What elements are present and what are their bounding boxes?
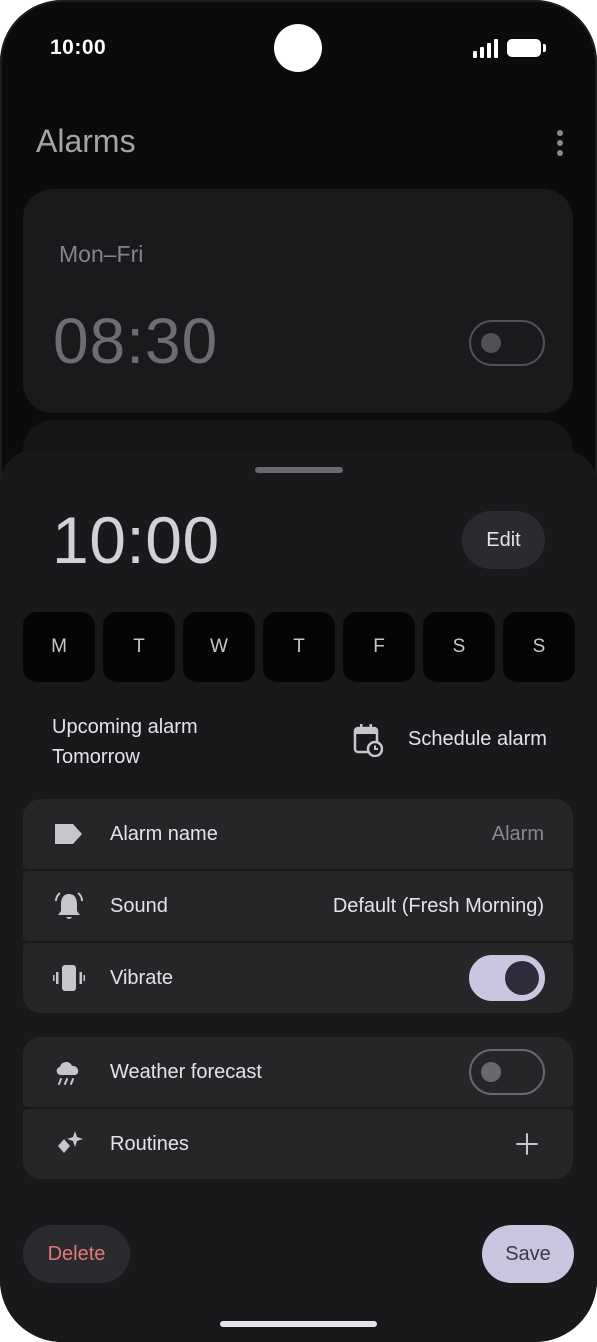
gesture-nav-bar[interactable] xyxy=(220,1321,377,1327)
delete-button[interactable]: Delete xyxy=(23,1225,130,1283)
alarm-name-label: Alarm name xyxy=(110,823,218,845)
camera-cutout xyxy=(274,24,322,72)
page-title: Alarms xyxy=(36,123,136,159)
day-toggle-friday[interactable]: F xyxy=(343,612,415,682)
day-toggle-tuesday[interactable]: T xyxy=(103,612,175,682)
vibrate-label: Vibrate xyxy=(110,967,174,989)
upcoming-alarm-label: Upcoming alarm xyxy=(52,716,198,738)
alarm-card-toggle[interactable] xyxy=(469,320,545,366)
day-toggle-sunday[interactable]: S xyxy=(503,612,575,682)
day-toggle-wednesday[interactable]: W xyxy=(183,612,255,682)
sound-label: Sound xyxy=(110,895,168,917)
sound-row[interactable]: Sound Default (Fresh Morning) xyxy=(23,871,573,941)
label-icon xyxy=(55,824,82,844)
alarm-card-days: Mon–Fri xyxy=(59,241,144,267)
save-button[interactable]: Save xyxy=(482,1225,574,1283)
weather-forecast-row[interactable]: Weather forecast xyxy=(23,1037,573,1107)
alarm-edit-sheet: 10:00 Edit M T W T F S S Upcoming alarm … xyxy=(0,450,597,1342)
drag-handle[interactable] xyxy=(255,467,343,473)
alarm-card-time: 08:30 xyxy=(53,305,219,377)
phone-screen: 10:00 Alarms Mon–Fri 08:30 10:00 Edit M … xyxy=(0,0,597,1342)
edit-button[interactable]: Edit xyxy=(462,511,545,569)
alarm-name-row[interactable]: Alarm name Alarm xyxy=(23,799,573,869)
day-toggle-thursday[interactable]: T xyxy=(263,612,335,682)
schedule-alarm-button[interactable]: Schedule alarm xyxy=(408,728,547,751)
signal-icon xyxy=(473,38,499,58)
sound-value: Default (Fresh Morning) xyxy=(332,895,544,917)
weather-forecast-label: Weather forecast xyxy=(110,1061,262,1083)
sparkle-icon xyxy=(58,1131,83,1153)
upcoming-alarm-info: Upcoming alarm Tomorrow xyxy=(52,712,198,772)
alarm-time[interactable]: 10:00 xyxy=(52,502,220,578)
bell-icon xyxy=(55,892,83,919)
alarm-name-value: Alarm xyxy=(491,823,544,845)
weather-icon xyxy=(56,1061,79,1085)
routines-label: Routines xyxy=(110,1133,189,1155)
day-selector: M T W T F S S xyxy=(23,612,575,682)
day-toggle-saturday[interactable]: S xyxy=(423,612,495,682)
day-toggle-monday[interactable]: M xyxy=(23,612,95,682)
calendar-clock-icon[interactable] xyxy=(353,723,383,757)
vibrate-toggle[interactable] xyxy=(469,955,545,1001)
status-time: 10:00 xyxy=(50,36,107,59)
alarm-card[interactable]: Mon–Fri 08:30 xyxy=(23,189,573,413)
routines-row[interactable]: Routines xyxy=(23,1109,573,1179)
battery-icon xyxy=(507,39,546,57)
more-options-icon[interactable] xyxy=(550,128,570,158)
add-icon[interactable] xyxy=(516,1133,538,1155)
weather-forecast-toggle[interactable] xyxy=(469,1049,545,1095)
vibrate-row[interactable]: Vibrate xyxy=(23,943,573,1013)
upcoming-alarm-day: Tomorrow xyxy=(52,746,140,768)
vibrate-icon xyxy=(53,965,85,991)
